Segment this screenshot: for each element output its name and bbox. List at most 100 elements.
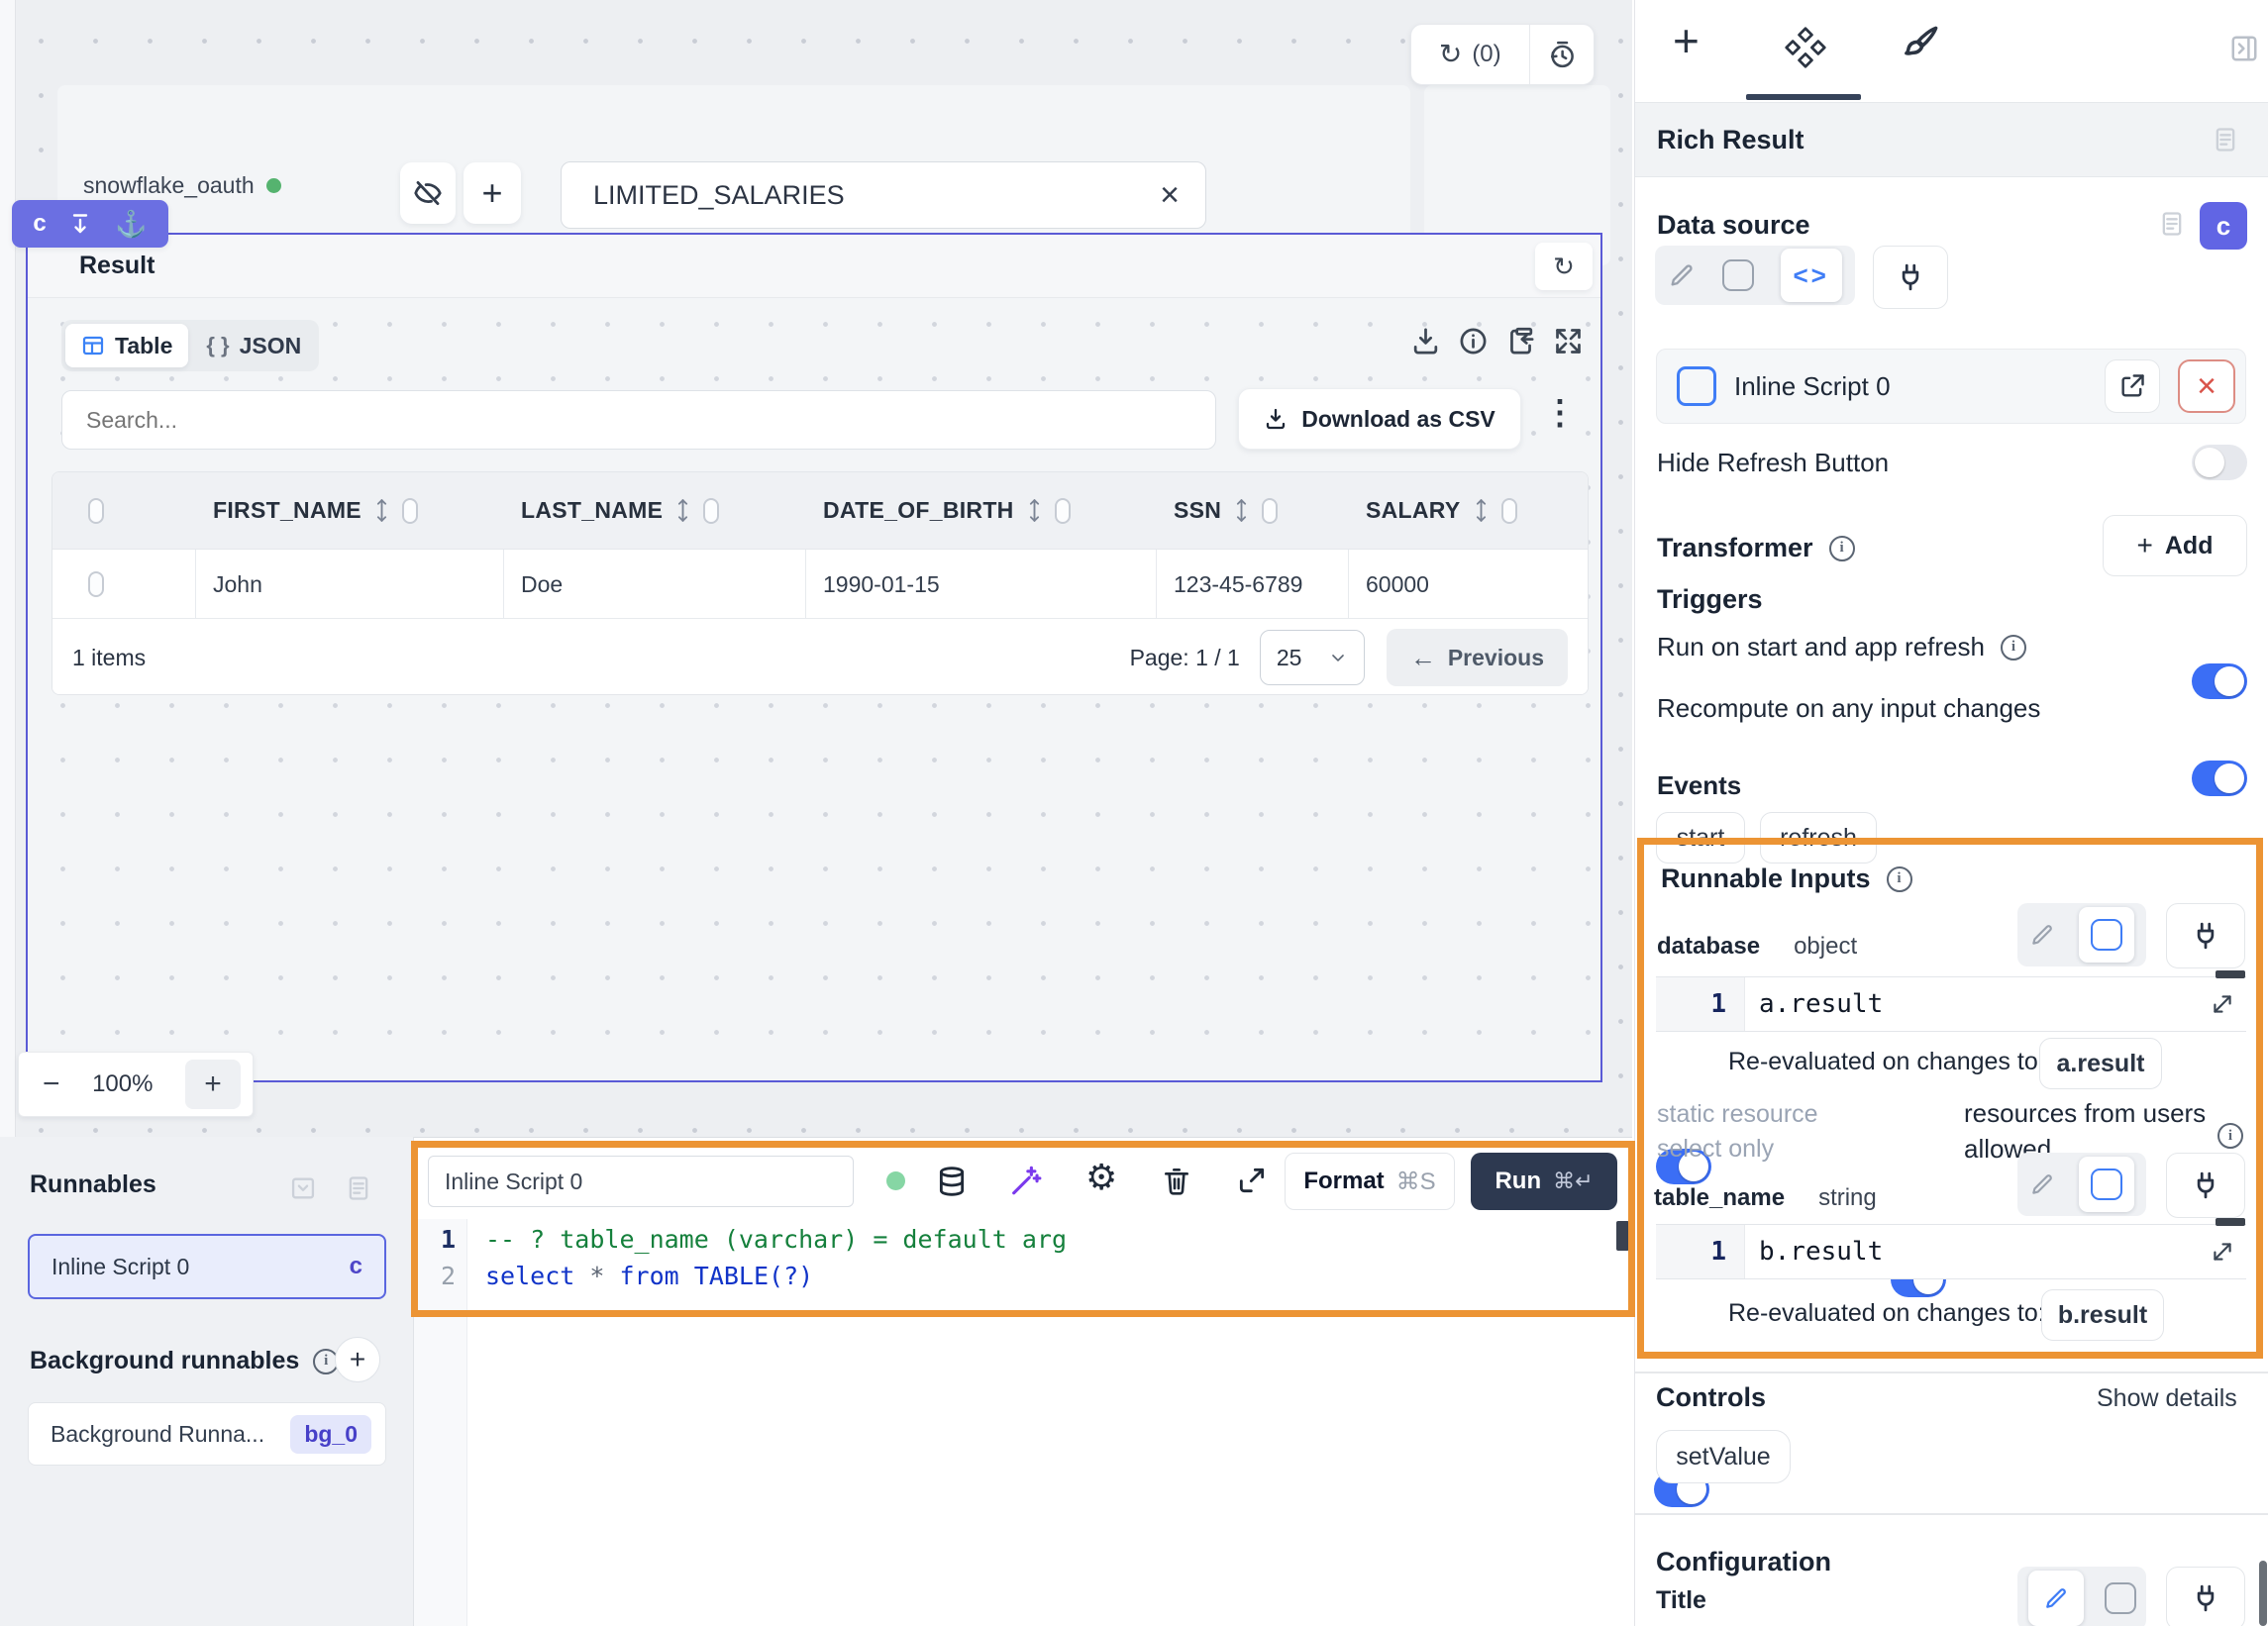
connection-label[interactable]: snowflake_oauth [83,172,281,199]
show-details-link[interactable]: Show details [2097,1384,2237,1413]
code-mode-icon-active[interactable]: <> [1781,249,1842,302]
function-mode-icon-active[interactable] [2079,1157,2134,1212]
search-input[interactable] [62,391,1215,449]
function-mode-icon-active[interactable] [2079,907,2134,963]
copy-result-icon[interactable] [1505,326,1536,356]
editor-scrollbar-thumb[interactable] [1616,1221,1629,1251]
tab-components-icon[interactable] [1784,26,1827,69]
column-header[interactable]: SSN [1174,497,1221,524]
inspector-scrollbar-thumb[interactable] [2259,1561,2267,1626]
add-background-runnable-button[interactable]: + [335,1337,380,1382]
row-checkbox[interactable] [88,571,104,597]
sort-icon[interactable] [1026,497,1043,524]
move-down-icon[interactable] [68,212,92,236]
info-icon[interactable]: i [1887,866,1912,892]
remove-script-button[interactable]: × [2178,359,2235,413]
sort-icon[interactable] [674,497,691,524]
event-chip-start[interactable]: start [1656,812,1745,864]
result-panel[interactable]: Result ↻ Table { } JSON [26,233,1602,1082]
result-refresh-button[interactable]: ↻ [1535,243,1593,290]
input-expression-editor[interactable]: 1 b.result [1656,1224,2246,1279]
expression-value[interactable]: a.result [1745,977,2199,1031]
background-runnable-item[interactable]: Background Runna... bg_0 [28,1402,386,1466]
tab-table[interactable]: Table [65,324,188,367]
dependency-chip[interactable]: b.result [2041,1289,2164,1341]
delete-script-icon[interactable] [1161,1165,1192,1196]
expression-value[interactable]: b.result [1745,1225,2199,1278]
clear-input-icon[interactable]: × [1134,176,1205,215]
history-button[interactable] [1530,40,1594,69]
add-widget-button[interactable]: + [464,162,521,224]
info-icon[interactable]: i [2001,635,2026,661]
input-expression-editor[interactable]: 1 a.result [1656,976,2246,1032]
tab-styles-icon[interactable] [1899,24,1940,65]
column-checkbox[interactable] [1262,498,1278,524]
docs-icon[interactable] [2158,210,2186,238]
sort-icon[interactable] [1473,497,1490,524]
settings-gear-icon[interactable]: ⚙ [1085,1160,1117,1195]
script-name-input[interactable] [429,1157,853,1206]
inline-script-row[interactable]: Inline Script 0 × [1656,349,2246,424]
info-icon[interactable] [1458,326,1489,356]
refresh-count-button[interactable]: ↻ (0) [1411,41,1529,68]
download-csv-button[interactable]: Download as CSV [1238,388,1521,450]
format-button[interactable]: Format ⌘S [1285,1153,1455,1210]
sort-icon[interactable] [373,497,390,524]
column-header[interactable]: SALARY [1366,497,1461,524]
select-all-checkbox[interactable] [88,498,104,524]
toggle-visibility-button[interactable] [400,162,456,224]
runnable-item-selected[interactable]: Inline Script 0 c [28,1234,386,1299]
expand-expression-button[interactable] [2199,977,2246,1031]
collapse-panel-icon[interactable] [2229,34,2259,63]
code-line-2[interactable]: select * from TABLE(?) [485,1262,813,1290]
static-mode-icon[interactable] [1668,261,1696,289]
table-name-input[interactable] [562,180,1134,211]
column-checkbox[interactable] [703,498,719,524]
column-checkbox[interactable] [1055,498,1071,524]
previous-page-button[interactable]: ← Previous [1387,629,1568,686]
maximize-icon[interactable] [1553,326,1584,356]
static-mode-icon-active[interactable] [2028,1571,2084,1626]
open-script-button[interactable] [2105,359,2160,413]
expand-expression-button[interactable] [2199,1225,2246,1278]
connect-resource-button[interactable] [2166,903,2245,968]
database-icon[interactable] [936,1166,968,1197]
run-button[interactable]: Run ⌘↵ [1471,1153,1617,1210]
dependency-chip[interactable]: a.result [2039,1038,2162,1089]
ai-assist-icon[interactable] [1008,1164,1042,1197]
tab-add-component[interactable]: + [1673,14,1700,67]
connect-resource-button[interactable] [2166,1153,2245,1218]
docs-icon[interactable] [2212,126,2239,153]
column-header[interactable]: FIRST_NAME [213,497,361,524]
code-line-1[interactable]: -- ? table_name (varchar) = default arg [485,1225,1067,1254]
table-row[interactable]: John Doe 1990-01-15 123-45-6789 60000 [52,550,1588,619]
info-icon[interactable]: i [2217,1123,2243,1149]
connect-resource-button[interactable] [2166,1567,2245,1626]
static-mode-icon[interactable] [2029,1171,2055,1197]
control-chip-setvalue[interactable]: setValue [1656,1430,1791,1483]
column-header[interactable]: LAST_NAME [521,497,663,524]
info-icon[interactable]: i [1829,536,1855,561]
download-icon[interactable] [1410,326,1441,356]
column-checkbox[interactable] [1501,498,1517,524]
sort-icon[interactable] [1233,497,1250,524]
column-header[interactable]: DATE_OF_BIRTH [823,497,1014,524]
page-size-select[interactable]: 25 [1260,630,1365,685]
function-mode-icon[interactable] [2105,1582,2136,1614]
collapse-section-icon[interactable] [289,1174,317,1202]
connect-resource-button[interactable] [1873,246,1948,309]
run-on-start-toggle[interactable] [2192,663,2247,699]
add-transformer-button[interactable]: + Add [2103,515,2247,576]
tab-json[interactable]: { } JSON [192,324,315,367]
static-mode-icon[interactable] [2029,922,2055,948]
expand-editor-icon[interactable] [1236,1165,1268,1196]
column-checkbox[interactable] [402,498,418,524]
hide-refresh-toggle[interactable] [2192,445,2247,480]
zoom-out-button[interactable]: − [43,1067,60,1101]
zoom-in-button[interactable]: + [185,1060,241,1109]
docs-icon[interactable] [345,1174,372,1202]
function-mode-icon[interactable] [1722,259,1754,291]
anchor-icon[interactable]: ⚓ [115,211,147,237]
more-options-icon[interactable]: ⋮ [1543,393,1577,433]
recompute-toggle[interactable] [2192,761,2247,796]
